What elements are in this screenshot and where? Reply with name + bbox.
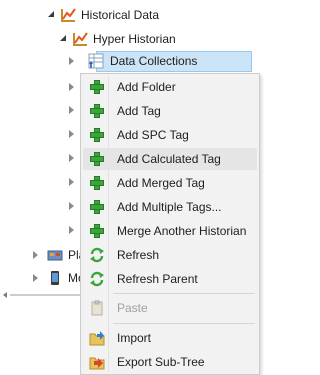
menu-item-add-tag[interactable]: Add Tag [83, 100, 257, 122]
menu-item-import[interactable]: Import [83, 327, 257, 349]
add-icon [89, 79, 105, 95]
menu-item-label: Add Merged Tag [117, 176, 205, 190]
collapsed-arrow-icon[interactable] [69, 57, 74, 65]
expanded-arrow-icon[interactable] [48, 11, 54, 17]
tree-item-collapsed[interactable] [69, 99, 74, 121]
menu-item-label: Import [117, 331, 152, 345]
menu-item-refresh-parent[interactable]: Refresh Parent [83, 268, 257, 290]
mobile-icon [47, 270, 63, 286]
menu-item-label: Refresh Parent [117, 272, 198, 286]
scroll-left-arrow-icon[interactable] [3, 292, 7, 298]
menu-item-paste[interactable]: Paste [83, 297, 257, 319]
menu-item-label: Add Folder [117, 80, 176, 94]
add-icon [89, 175, 105, 191]
tree-item-platform[interactable]: Pla [33, 244, 85, 266]
collapsed-arrow-icon[interactable] [69, 83, 74, 91]
tree-label-historical-data: Historical Data [81, 8, 160, 22]
menu-item-add-calculated-tag[interactable]: Add Calculated Tag [83, 148, 257, 170]
add-icon [89, 223, 105, 239]
add-icon [89, 199, 105, 215]
historian-icon [60, 7, 76, 23]
menu-item-label: Add SPC Tag [117, 128, 189, 142]
tree-item-collapsed[interactable] [69, 171, 74, 193]
collapsed-arrow-icon[interactable] [33, 274, 38, 282]
tree-item-data-collections[interactable]: Data Collections [69, 50, 197, 72]
tree-item-mo[interactable]: Mo [33, 267, 85, 289]
menu-item-merge-another-historian[interactable]: Merge Another Historian [83, 220, 257, 242]
menu-separator [113, 323, 255, 324]
menu-item-add-multiple-tags[interactable]: Add Multiple Tags... [83, 196, 257, 218]
platform-icon [47, 247, 63, 263]
menu-item-label: Refresh [117, 248, 160, 262]
refresh-icon [89, 247, 105, 263]
menu-item-refresh[interactable]: Refresh [83, 244, 257, 266]
tree-item-collapsed[interactable] [69, 123, 74, 145]
horizontal-scrollbar[interactable] [10, 294, 82, 296]
menu-item-label: Merge Another Historian [117, 224, 247, 238]
expanded-arrow-icon[interactable] [60, 35, 66, 41]
export-icon [89, 354, 105, 370]
add-icon [89, 103, 105, 119]
menu-item-add-merged-tag[interactable]: Add Merged Tag [83, 172, 257, 194]
tree-label-hyper-historian: Hyper Historian [93, 32, 176, 46]
menu-item-label: Export Sub-Tree [117, 355, 205, 369]
tree-item-collapsed[interactable] [69, 76, 74, 98]
menu-item-label: Add Calculated Tag [117, 152, 221, 166]
tree-item-hyper-historian[interactable]: Hyper Historian [60, 28, 176, 50]
add-icon [89, 151, 105, 167]
menu-item-add-folder[interactable]: Add Folder [83, 76, 257, 98]
collapsed-arrow-icon[interactable] [69, 154, 74, 162]
paste-icon [89, 300, 105, 316]
tree-item-collapsed[interactable] [69, 195, 74, 217]
collapsed-arrow-icon[interactable] [69, 130, 74, 138]
tree-item-historical-data[interactable]: Historical Data [48, 4, 159, 26]
collapsed-arrow-icon[interactable] [33, 251, 38, 259]
menu-item-label: Paste [117, 301, 148, 315]
menu-item-add-spc-tag[interactable]: Add SPC Tag [83, 124, 257, 146]
menu-separator [113, 293, 255, 294]
refresh-icon [89, 271, 105, 287]
tree-item-collapsed[interactable] [69, 147, 74, 169]
tree-item-collapsed[interactable] [69, 219, 74, 241]
import-icon [89, 330, 105, 346]
collapsed-arrow-icon[interactable] [69, 106, 74, 114]
data-collections-icon [88, 53, 104, 69]
tree-label-data-collections: Data Collections [110, 54, 198, 68]
context-menu: Add Folder Add Tag Add SPC Tag Add Calcu… [80, 73, 260, 375]
menu-item-label: Add Tag [117, 104, 161, 118]
historian-icon [72, 31, 88, 47]
collapsed-arrow-icon[interactable] [69, 202, 74, 210]
collapsed-arrow-icon[interactable] [69, 226, 74, 234]
menu-item-export-sub-tree[interactable]: Export Sub-Tree [83, 351, 257, 373]
collapsed-arrow-icon[interactable] [69, 178, 74, 186]
add-icon [89, 127, 105, 143]
menu-item-label: Add Multiple Tags... [117, 200, 222, 214]
